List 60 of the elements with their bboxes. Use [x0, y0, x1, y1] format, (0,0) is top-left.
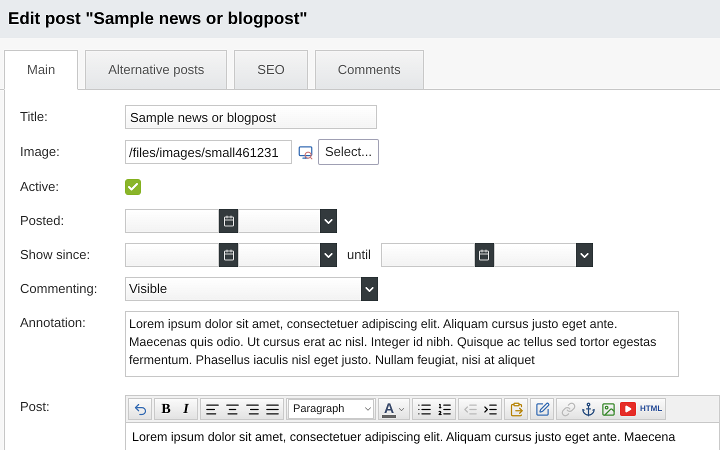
select-button[interactable]: Select... [318, 139, 379, 165]
post-editor[interactable]: B I Paragraph A HTML Lorem ipsum dolor sit amet, consectetuer adipiscing elit. Aliquam cursus justo eget ante. Maecena [125, 395, 720, 450]
tab[interactable]: Main [4, 50, 78, 90]
numbered-list-icon [436, 402, 452, 416]
field-label: Post: [20, 399, 50, 414]
calendar-button[interactable] [474, 243, 494, 267]
anchor-icon [580, 402, 596, 416]
field-label: Commenting: [20, 281, 98, 296]
bold-button[interactable]: B [156, 399, 176, 419]
image-path-input[interactable]: /files/images/small461231 [125, 140, 292, 164]
format-select[interactable]: Paragraph [288, 399, 374, 419]
align-justify-icon [264, 402, 280, 416]
outdent-icon [462, 402, 478, 416]
browse-image-icon[interactable] [297, 144, 313, 160]
commenting-select[interactable]: Visible [125, 277, 378, 301]
dropdown-arrow-button[interactable] [320, 209, 337, 233]
post-content: Lorem ipsum dolor sit amet, consectetuer adipiscing elit. Aliquam cursus justo eget ante. Maecena [132, 429, 676, 446]
link-icon [560, 402, 576, 416]
date-field[interactable] [380, 243, 475, 267]
field-label: Annotation: [20, 315, 86, 330]
font-color-button[interactable]: A [380, 399, 408, 419]
tab[interactable]: Alternative posts [85, 50, 228, 90]
align-left-icon [204, 402, 220, 416]
field-label: Posted: [20, 213, 64, 228]
tab[interactable]: Comments [314, 50, 424, 90]
field-label: Show since: [20, 247, 90, 262]
undo-icon [132, 402, 148, 416]
check-icon [127, 181, 139, 193]
video-button[interactable] [618, 399, 638, 419]
picture-icon [600, 402, 616, 416]
align-right-icon [244, 402, 260, 416]
annotation-textarea[interactable]: Lorem ipsum dolor sit amet, consectetuer adipiscing elit. Aliquam cursus justo eget ante. Maecenas quis odio. Ut cursus erat ac nisl. Integer id nibh. Quisque ac tellus sed tortor egestas fermentum. Phasellus iaculis nisl eget justo. Nullam feugiat, nisi at aliquet [125, 311, 679, 377]
time-select[interactable] [494, 243, 593, 267]
calendar-button[interactable] [219, 209, 238, 233]
indent-icon [482, 402, 498, 416]
time-select[interactable] [238, 243, 337, 267]
field-label: Image: [20, 144, 60, 159]
calendar-icon [222, 215, 234, 227]
page-title: Edit post "Sample news or blogpost" [8, 8, 308, 30]
date-field[interactable] [125, 209, 219, 233]
active-checkbox[interactable] [125, 179, 141, 195]
bullet-list-icon [416, 402, 432, 416]
date-field[interactable] [125, 243, 219, 267]
dropdown-arrow-button[interactable] [320, 243, 337, 267]
clipboard-icon [508, 402, 524, 416]
dropdown-arrow-button[interactable] [576, 243, 593, 267]
dropdown-arrow-button[interactable] [361, 277, 378, 301]
field-label: Active: [20, 179, 60, 194]
calendar-icon [478, 249, 490, 261]
time-select[interactable] [238, 209, 337, 233]
tab[interactable]: SEO [234, 50, 308, 90]
field-label: Title: [20, 109, 48, 124]
until-label: until [347, 246, 371, 264]
calendar-icon [222, 249, 234, 261]
calendar-button[interactable] [219, 243, 238, 267]
title-input[interactable]: Sample news or blogpost [125, 105, 377, 129]
edit-icon [534, 402, 550, 416]
align-center-icon [224, 402, 240, 416]
italic-button[interactable]: I [176, 399, 196, 419]
video-icon [620, 402, 636, 416]
